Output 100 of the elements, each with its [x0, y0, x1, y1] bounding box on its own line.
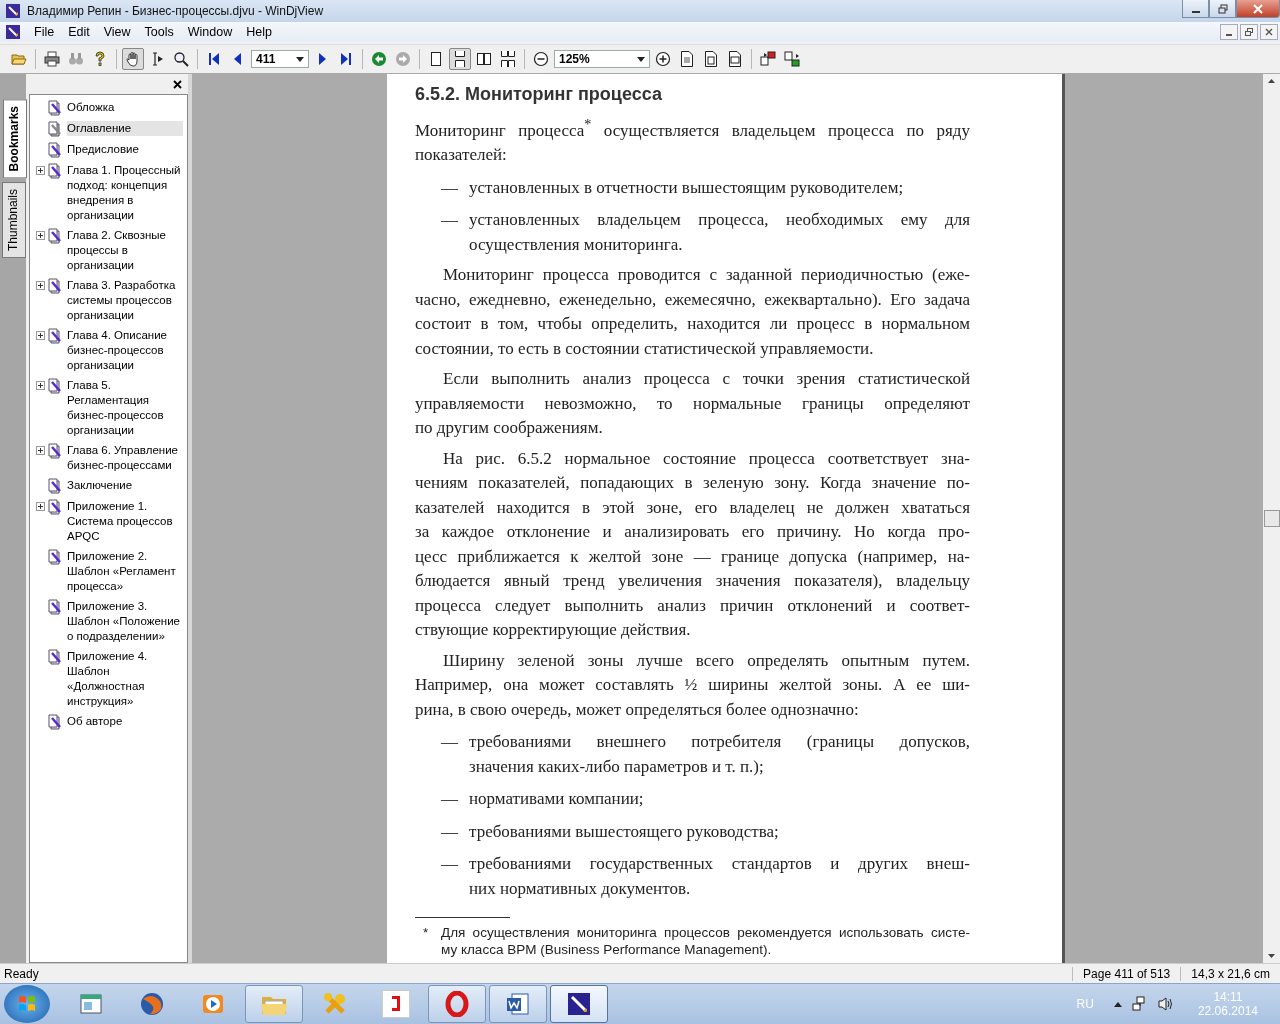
scroll-thumb[interactable] [1263, 510, 1280, 527]
menu-item[interactable]: View [96, 25, 138, 39]
bookmark-item[interactable]: Глава 3. Разработка системы процессов организации [67, 278, 183, 323]
rotate-right-icon[interactable] [781, 48, 803, 70]
paragraph: Мониторинг процесса проводится с заданной периодичностью (еже- часно, ежедневно, еженедельно, ежемесячно, ежеквартально). Его задача состоит в том, чтобы определить, находится ли процесс в нормальном состоянии, то есть в состоянии статистической управляемости. [415, 264, 970, 360]
page-pen-icon [48, 599, 64, 615]
expand-icon[interactable] [36, 330, 45, 340]
bookmark-item[interactable]: Глава 4. Описание бизнес-процессов организации [67, 328, 183, 373]
list-dash: — [441, 176, 459, 199]
page-pen-icon [48, 163, 64, 179]
bookmark-item[interactable]: Оглавление [67, 121, 183, 136]
paragraph: На рис. 6.5.2 нормальное состояние процесса соответствует зна- чениям показателей, попадающих в зеленую зону. Когда значение по- казателей находится в этой зоне, его владелец не должен хвататься за каждое отклонение и анализировать его причину. Но когда про- цесс приближается к желтой зоне — границе допуска (например, на- блюдается явный тренд увеличения значения показателя), владельцу процесса следует выполнить анализ причин отклонений и соответ- ствующие корректирующие действия. [415, 447, 970, 642]
taskbar-button[interactable] [489, 985, 547, 1023]
sidebar-tab[interactable]: Thumbnails [2, 182, 26, 259]
bookmark-item[interactable]: Глава 5. Регламентация бизнес-процессов организации [67, 378, 183, 438]
page-number-field[interactable]: 411 [251, 50, 309, 68]
zoom-field[interactable]: 125% [554, 50, 650, 68]
expand-icon[interactable] [36, 501, 45, 511]
restore-icon [1217, 3, 1228, 14]
continuous-page-icon[interactable] [449, 48, 471, 70]
scroll-down-icon[interactable] [1268, 954, 1275, 958]
list-item-text: требованиями внешнего потребителя (границы допусков, значения каких-либо параметров и т. п.); [469, 731, 970, 778]
bookmark-item[interactable]: Глава 2. Сквозные процессы в организации [67, 228, 183, 273]
up-arrow-icon[interactable] [1113, 1001, 1122, 1007]
list-item-text: нормативами компании; [469, 788, 645, 811]
network-icon[interactable] [1131, 996, 1148, 1012]
page-pen-icon [48, 478, 64, 494]
list-dash: — [441, 820, 459, 843]
close-icon [1265, 28, 1273, 36]
faded-page-icon [48, 121, 64, 137]
speaker-icon[interactable] [1157, 996, 1174, 1012]
restore-button[interactable] [1240, 24, 1258, 40]
minimize-icon [1191, 10, 1200, 13]
bookmark-item[interactable]: Приложение 1. Система процессов APQC [67, 499, 183, 544]
bookmark-item[interactable]: Предисловие [67, 142, 183, 157]
list-item-text: требованиями государственных стандартов и других внеш- них нормативных документов. [469, 853, 970, 900]
menu-item[interactable]: Edit [61, 25, 97, 39]
page-pen-icon [48, 378, 64, 394]
minimize-button[interactable] [1182, 0, 1209, 18]
list-item-text: установленных в отчетности вышестоящим руководителем; [469, 176, 905, 199]
ring-icon [444, 991, 470, 1017]
bookmark-item[interactable]: Обложка [67, 100, 183, 115]
bookmark-item[interactable]: Приложение 4. Шаблон «Должностная инструкция» [67, 649, 183, 709]
window-icon [78, 991, 104, 1017]
menu-item[interactable]: File [27, 25, 62, 39]
list-dash: — [441, 788, 459, 811]
scroll-up-icon[interactable] [1268, 79, 1275, 83]
menu-item[interactable]: Help [239, 25, 279, 39]
paragraph: Мониторинг процесса$^{*}$ осуществляется владельцем процесса по ряду показателей: [415, 115, 970, 167]
page-pen-icon [48, 649, 64, 665]
expand-icon[interactable] [36, 280, 45, 290]
footnote-mark: * [423, 924, 430, 943]
expand-icon[interactable] [36, 445, 45, 455]
bookmark-item[interactable]: Глава 1. Процессный подход: концепция внедрения в организации [67, 163, 183, 223]
start-button[interactable] [4, 985, 50, 1023]
expand-icon[interactable] [36, 380, 45, 390]
bookmark-item[interactable]: Об авторе [67, 714, 183, 729]
list-dash: — [441, 853, 459, 876]
page-pen-icon [48, 328, 64, 344]
bookmark-item[interactable]: Приложение 3. Шаблон «Положение о подразделении» [67, 599, 183, 644]
page-pen-icon [48, 228, 64, 244]
page-pen-icon [48, 549, 64, 565]
close-icon [1253, 3, 1263, 14]
restore-icon [1245, 28, 1253, 36]
list-dash: — [441, 209, 459, 232]
hand-icon[interactable] [122, 48, 144, 70]
status-text: Ready [3, 966, 40, 981]
page-count: Page 411 of 513 [1072, 966, 1181, 981]
document-w-icon [505, 991, 531, 1017]
taskbar-button[interactable] [550, 985, 608, 1023]
caret-icon [296, 56, 304, 62]
page-pen-icon [48, 443, 64, 459]
bookmark-item[interactable]: Заключение [67, 478, 183, 493]
expand-icon[interactable] [36, 165, 45, 175]
page-size: 14,3 x 21,6 cm [1180, 966, 1280, 981]
page-pen-icon [48, 100, 64, 116]
print-icon[interactable] [41, 48, 63, 70]
page-pen-icon [48, 714, 64, 730]
paragraph: Если выполнить анализ процесса с точки зрения статистической управляемости невозможно, то нормальные границы определяют по другим соображениям. [415, 368, 970, 440]
minimize-button[interactable] [1220, 24, 1238, 40]
paragraph: Ширину зеленой зоны лучше всего определять опытным путем. Например, она может составлять ½ ширины желтой зоны. А ее ши- рина, в свою очередь, может определяться более однозначно: [415, 649, 970, 721]
bookmark-item[interactable]: Приложение 2. Шаблон «Регламент процесса» [67, 549, 183, 594]
list-dash: — [441, 731, 459, 754]
close-button[interactable] [1260, 24, 1278, 40]
expand-icon[interactable] [36, 230, 45, 240]
sidebar-tab[interactable]: Bookmarks [3, 99, 27, 179]
pen-page-icon [566, 991, 592, 1017]
page-pen-icon [48, 142, 64, 158]
pen-page-icon [5, 3, 21, 19]
footnote-text: Для осуществления мониторинга процессов рекомендуется использовать систе- му класса BPM (Business Performance Management). [441, 924, 970, 959]
globe-fox-icon [139, 991, 165, 1017]
section-heading: 6.5.2. Мониторинг процесса [415, 83, 663, 106]
window-title: Владимир Репин - Бизнес-процессы.djvu - WinDjView [27, 4, 325, 18]
restore-button[interactable] [1209, 0, 1236, 18]
pen-page-icon [5, 24, 21, 40]
menu-item[interactable]: Window [180, 25, 240, 39]
minimize-icon [1226, 34, 1232, 36]
menu-item[interactable]: Tools [137, 25, 181, 39]
page-pen-icon [48, 278, 64, 294]
bookmark-item[interactable]: Глава 6. Управление бизнес-процессами [67, 443, 183, 473]
